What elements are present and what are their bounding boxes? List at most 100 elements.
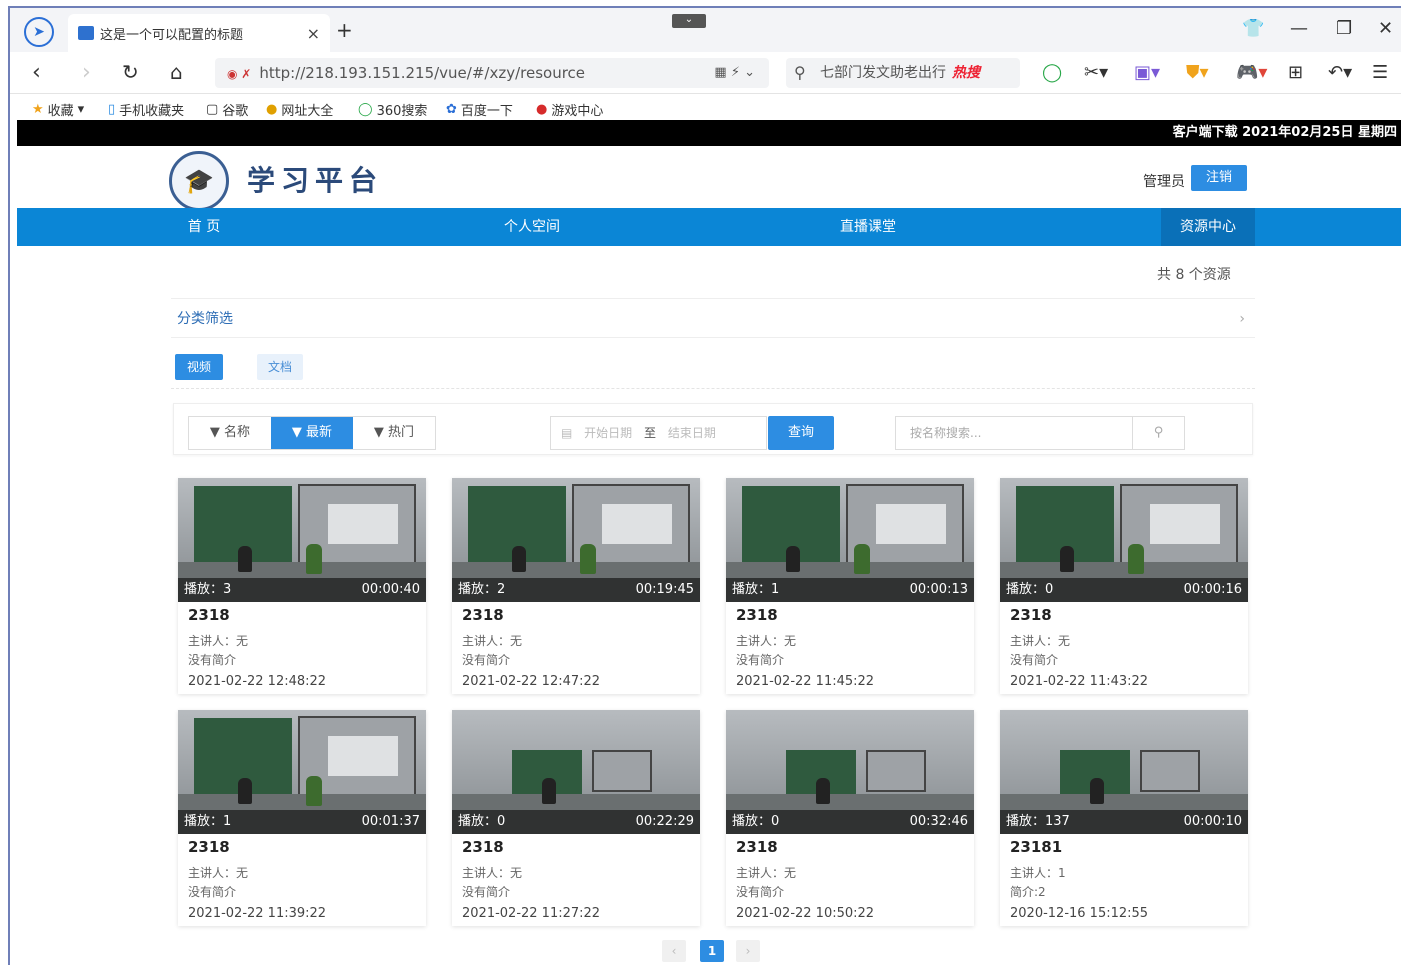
skin-icon[interactable]: 👕 bbox=[1242, 18, 1264, 39]
card-intro: 没有简介 bbox=[462, 653, 511, 667]
home-icon[interactable]: ⌂ bbox=[170, 60, 183, 84]
search-icon[interactable]: ⚲ bbox=[1132, 417, 1184, 449]
site-icon: ● bbox=[266, 102, 278, 117]
name-search-input[interactable]: 按名称搜索... ⚲ bbox=[895, 416, 1185, 450]
menu-item-live-class[interactable]: 直播课堂 bbox=[823, 208, 913, 246]
start-date-input[interactable]: 开始日期 bbox=[584, 426, 632, 440]
resource-card[interactable]: 播放：1 00:01:37 2318 主讲人：无 没有简介 2021-02-22… bbox=[178, 710, 426, 926]
play-count: 播放：0 bbox=[1006, 582, 1054, 597]
end-date-input[interactable]: 结束日期 bbox=[668, 426, 716, 440]
card-speaker: 主讲人：1 bbox=[1010, 866, 1066, 880]
type-document-button[interactable]: 文档 bbox=[257, 354, 303, 380]
video-duration: 00:00:16 bbox=[1183, 582, 1242, 597]
url-tools-icon[interactable]: ▦ ⚡ ⌄ bbox=[714, 58, 755, 88]
browser-search-field[interactable]: ⚲ 七部门发文助老出行 热搜 bbox=[786, 58, 1020, 88]
resource-card[interactable]: 播放：0 00:00:16 2318 主讲人：无 没有简介 2021-02-22… bbox=[1000, 478, 1248, 694]
bookmark-label: 收藏 bbox=[47, 104, 74, 119]
thumbnail-overlay: 播放：137 00:00:10 bbox=[1000, 810, 1248, 834]
bookmark-games[interactable]: ● 游戏中心 bbox=[536, 100, 603, 119]
bookmark-mobile[interactable]: ▯ 手机收藏夹 bbox=[108, 100, 184, 119]
close-tab-icon[interactable]: × bbox=[307, 24, 320, 43]
play-count: 播放：0 bbox=[458, 814, 506, 829]
translate-icon[interactable]: ▣▾ bbox=[1134, 62, 1160, 83]
video-thumbnail[interactable]: 播放：0 00:32:46 bbox=[726, 710, 974, 834]
pager-next-button[interactable]: › bbox=[736, 940, 760, 962]
menu-icon[interactable]: ☰ bbox=[1372, 62, 1388, 83]
admin-label: 管理员 bbox=[1143, 174, 1185, 190]
logout-button[interactable]: 注销 bbox=[1191, 165, 1247, 191]
minimize-icon[interactable]: — bbox=[1290, 18, 1308, 39]
card-title[interactable]: 23181 bbox=[1010, 838, 1062, 856]
wechat-icon[interactable]: ◯ bbox=[1042, 62, 1062, 83]
category-filter-bar[interactable]: 分类筛选 › bbox=[171, 298, 1255, 338]
card-title[interactable]: 2318 bbox=[736, 606, 778, 624]
scissors-icon[interactable]: ✂▾ bbox=[1084, 62, 1108, 83]
query-button[interactable]: 查询 bbox=[768, 416, 834, 450]
menu-item-home[interactable]: 首 页 bbox=[167, 208, 241, 246]
resource-count: 共 8 个资源 bbox=[1157, 267, 1231, 283]
resource-card[interactable]: 播放：137 00:00:10 23181 主讲人：1 简介:2 2020-12… bbox=[1000, 710, 1248, 926]
screen-content bbox=[876, 504, 946, 544]
resource-card[interactable]: 播放：2 00:19:45 2318 主讲人：无 没有简介 2021-02-22… bbox=[452, 478, 700, 694]
new-tab-icon[interactable]: + bbox=[336, 18, 353, 42]
video-thumbnail[interactable]: 播放：1 00:00:13 bbox=[726, 478, 974, 602]
bookmark-label: 游戏中心 bbox=[551, 104, 604, 119]
shield-icon[interactable]: ⛊▾ bbox=[1186, 62, 1209, 83]
student-figure bbox=[306, 776, 322, 806]
video-thumbnail[interactable]: 播放：3 00:00:40 bbox=[178, 478, 426, 602]
card-title[interactable]: 2318 bbox=[188, 606, 230, 624]
apps-grid-icon[interactable]: ⊞ bbox=[1288, 62, 1303, 83]
date-range-picker[interactable]: ▤ 开始日期 至 结束日期 bbox=[550, 416, 767, 450]
card-intro: 没有简介 bbox=[736, 653, 785, 667]
card-title[interactable]: 2318 bbox=[462, 606, 504, 624]
bookmark-google[interactable]: ▢ 谷歌 bbox=[206, 100, 248, 119]
resource-card[interactable]: 播放：0 00:32:46 2318 主讲人：无 没有简介 2021-02-22… bbox=[726, 710, 974, 926]
close-window-icon[interactable]: ✕ bbox=[1378, 18, 1393, 39]
forward-icon[interactable]: › bbox=[82, 60, 91, 85]
video-duration: 00:00:40 bbox=[361, 582, 420, 597]
search-text: 七部门发文助老出行 bbox=[820, 65, 946, 81]
video-duration: 00:00:13 bbox=[909, 582, 968, 597]
video-thumbnail[interactable]: 播放：0 00:00:16 bbox=[1000, 478, 1248, 602]
back-icon[interactable]: ‹ bbox=[32, 60, 41, 85]
reload-icon[interactable]: ↻ bbox=[122, 60, 139, 84]
restore-icon[interactable]: ❐ bbox=[1336, 18, 1352, 39]
resource-card[interactable]: 播放：3 00:00:40 2318 主讲人：无 没有简介 2021-02-22… bbox=[178, 478, 426, 694]
chevron-right-icon: › bbox=[1239, 311, 1245, 327]
resource-card[interactable]: 播放：0 00:22:29 2318 主讲人：无 没有简介 2021-02-22… bbox=[452, 710, 700, 926]
video-thumbnail[interactable]: 播放：1 00:01:37 bbox=[178, 710, 426, 834]
video-thumbnail[interactable]: 播放：2 00:19:45 bbox=[452, 478, 700, 602]
card-title[interactable]: 2318 bbox=[188, 838, 230, 856]
resource-card[interactable]: 播放：1 00:00:13 2318 主讲人：无 没有简介 2021-02-22… bbox=[726, 478, 974, 694]
card-title[interactable]: 2318 bbox=[1010, 606, 1052, 624]
navigation-compass-icon[interactable]: ➤ bbox=[24, 17, 54, 47]
bookmark-360[interactable]: ◯ 360搜索 bbox=[358, 100, 427, 119]
tab-list-chevron-icon[interactable]: ⌄ bbox=[672, 14, 706, 28]
bookmark-hao[interactable]: ● 网址大全 bbox=[266, 100, 333, 119]
undo-icon[interactable]: ↶▾ bbox=[1328, 62, 1352, 83]
sort-by-latest-button[interactable]: ▼ 最新 bbox=[271, 417, 353, 449]
menu-item-resource-center[interactable]: 资源中心 bbox=[1161, 208, 1255, 246]
pager-prev-button[interactable]: ‹ bbox=[662, 940, 686, 962]
game-icon[interactable]: 🎮▾ bbox=[1236, 62, 1267, 83]
card-title[interactable]: 2318 bbox=[736, 838, 778, 856]
type-video-button[interactable]: 视频 bbox=[175, 354, 223, 380]
menu-item-personal-space[interactable]: 个人空间 bbox=[487, 208, 577, 246]
bookmark-baidu[interactable]: ✿ 百度一下 bbox=[446, 100, 513, 119]
browser-tab[interactable]: 这是一个可以配置的标题 × bbox=[68, 14, 330, 52]
url-field[interactable]: ◉ ✗ http://218.193.151.215/vue/#/xzy/reso… bbox=[215, 58, 769, 88]
bookmark-favorites[interactable]: ★ 收藏 ▾ bbox=[32, 100, 84, 119]
bookmark-label: 百度一下 bbox=[460, 104, 513, 119]
tab-bar: ➤ 这是一个可以配置的标题 × + ⌄ 👕 — ❐ ✕ bbox=[10, 8, 1401, 52]
lecturer-figure bbox=[238, 778, 252, 804]
video-thumbnail[interactable]: 播放：137 00:00:10 bbox=[1000, 710, 1248, 834]
page-favicon-icon bbox=[78, 26, 94, 40]
phone-icon: ▯ bbox=[108, 102, 116, 117]
video-duration: 00:19:45 bbox=[635, 582, 694, 597]
sort-by-name-button[interactable]: ▼ 名称 bbox=[189, 417, 271, 449]
card-title[interactable]: 2318 bbox=[462, 838, 504, 856]
thumbnail-overlay: 播放：1 00:00:13 bbox=[726, 578, 974, 602]
pager-page-1[interactable]: 1 bbox=[700, 940, 724, 962]
sort-by-hot-button[interactable]: ▼ 热门 bbox=[353, 417, 435, 449]
video-thumbnail[interactable]: 播放：0 00:22:29 bbox=[452, 710, 700, 834]
